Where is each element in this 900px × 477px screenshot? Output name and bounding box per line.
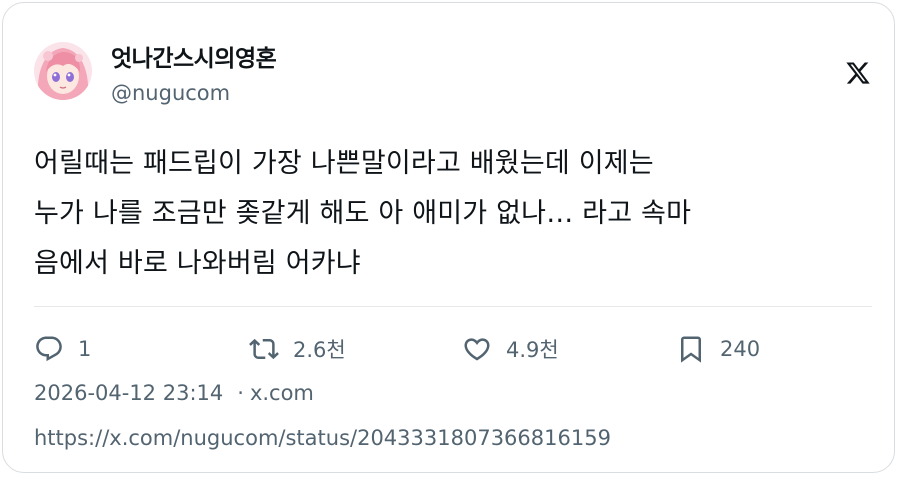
bookmark-count: 240 [720,337,761,361]
like-count: 4.9천 [506,338,559,362]
x-logo-icon[interactable] [845,60,871,86]
tweet-meta: 2026-04-12 23:14 · x.com [34,381,314,405]
tweet-text: 어릴때는 패드립이 가장 나쁜말이라고 배웠는데 이제는 누가 나를 조금만 좆… [34,139,874,289]
retweet-button[interactable]: 2.6천 [249,333,346,365]
status-url[interactable]: https://x.com/nugucom/status/20433318073… [34,426,611,450]
bookmark-button[interactable]: 240 [676,333,760,365]
tweet-text-line: 누가 나를 조금만 좆같게 해도 아 애미가 없나… 라고 속마 [34,198,692,229]
handle[interactable]: @nugucom [111,81,230,105]
retweet-icon [249,334,279,364]
divider [34,306,872,307]
reply-button[interactable]: 1 [34,333,91,365]
retweet-count: 2.6천 [293,338,346,362]
avatar-image [34,42,92,100]
reply-icon [34,334,64,364]
reply-count: 1 [78,337,92,361]
tweet-card: 엇나간스시의영혼 @nugucom 어릴때는 패드립이 가장 나쁜말이라고 배웠… [2,2,895,473]
tweet-text-line: 어릴때는 패드립이 가장 나쁜말이라고 배웠는데 이제는 [34,148,654,179]
meta-separator: · [237,381,244,405]
source-link[interactable]: x.com [250,381,314,405]
tweet-text-line: 음에서 바로 나와버림 어카냐 [34,248,361,279]
heart-icon [462,334,492,364]
bookmark-icon [676,334,706,364]
like-button[interactable]: 4.9천 [462,333,559,365]
display-name[interactable]: 엇나간스시의영혼 [111,39,277,73]
timestamp[interactable]: 2026-04-12 23:14 [34,381,223,405]
avatar[interactable] [34,42,92,100]
